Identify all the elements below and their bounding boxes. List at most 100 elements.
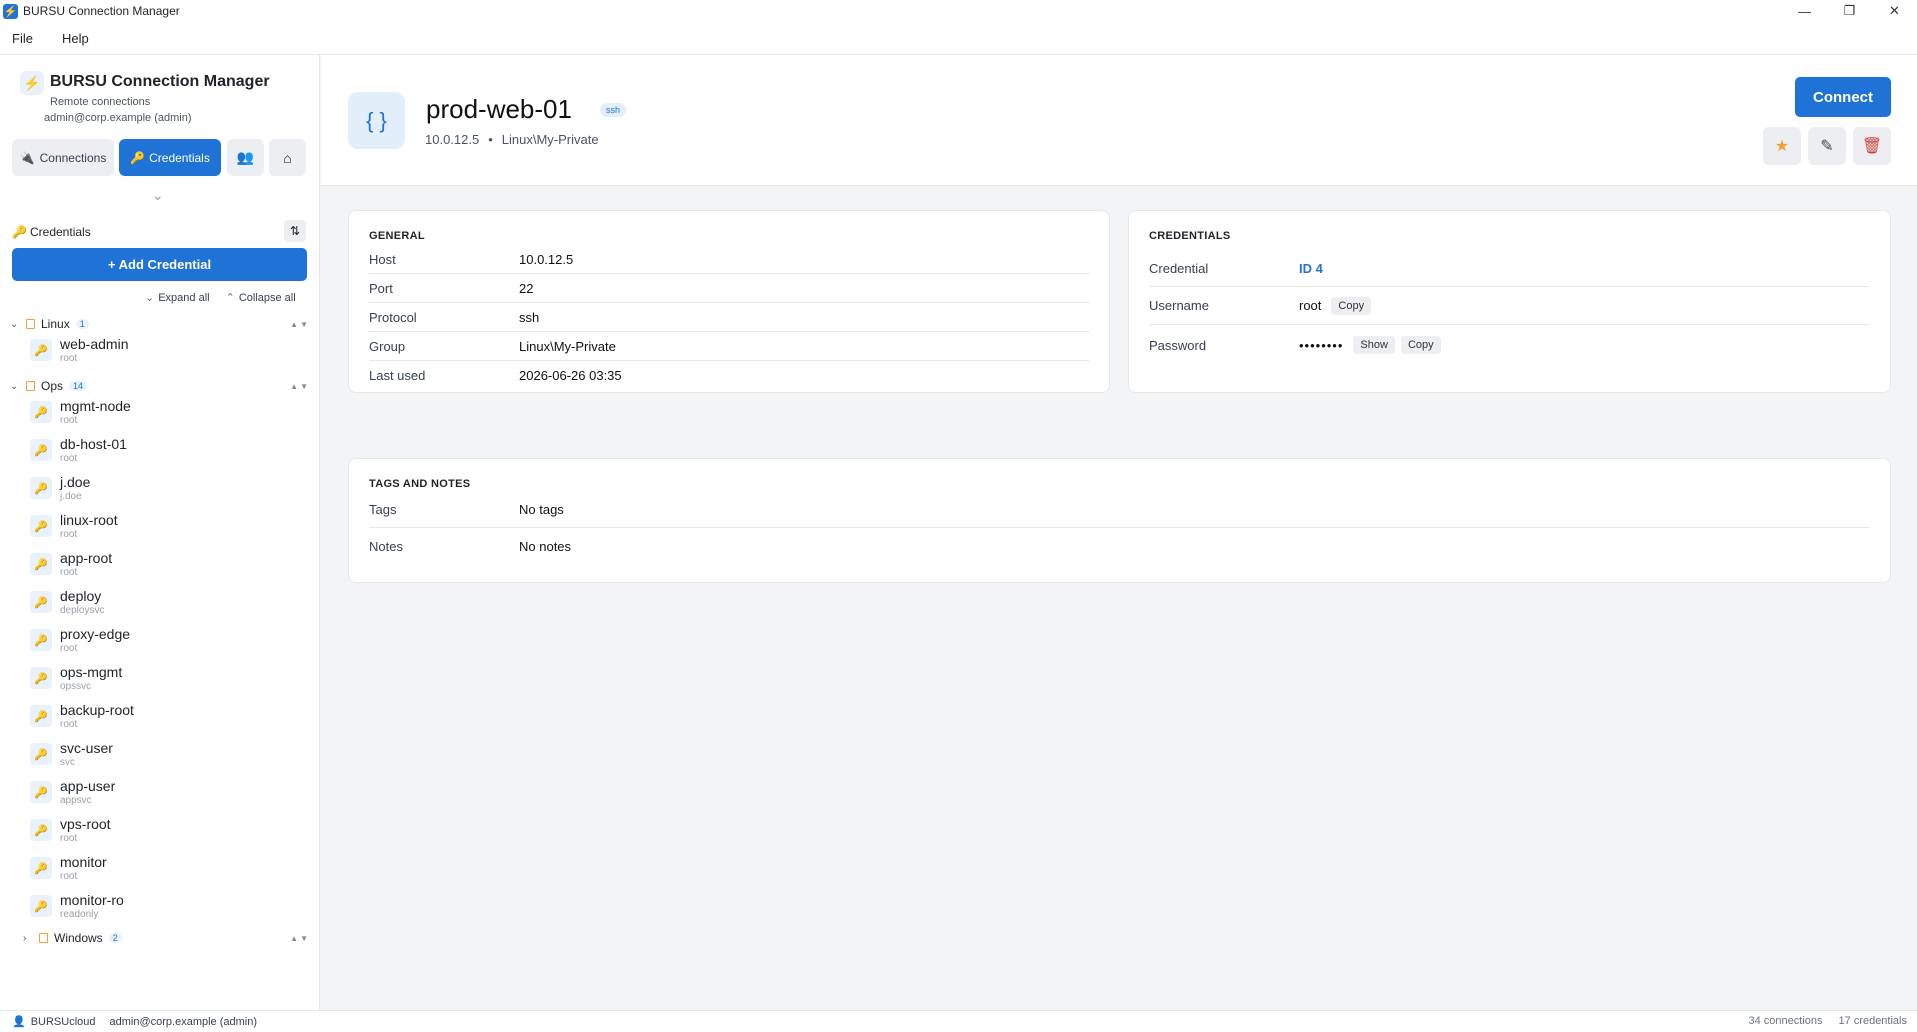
key-icon: 🔑 [30, 667, 52, 689]
row-key: Password [1149, 337, 1207, 353]
credential-username: root [60, 643, 78, 654]
header-host: 10.0.12.5 [425, 132, 480, 147]
credential-item[interactable]: 🔑 mgmt-node root [0, 396, 320, 434]
credential-item[interactable]: 🔑 web-admin root [0, 334, 320, 376]
reorder-arrows-icon[interactable]: ▲▼ [290, 320, 310, 329]
credential-item[interactable]: 🔑 proxy-edge root [0, 624, 320, 662]
credential-username: opssvc [60, 681, 92, 692]
credential-username: deploysvc [60, 605, 105, 616]
pencil-icon: ✎ [1820, 138, 1834, 155]
row-value: 10.0.12.5 [519, 251, 574, 267]
credential-item[interactable]: 🔑 app-root root [0, 548, 320, 586]
credential-name: ops-mgmt [60, 664, 123, 680]
header-group: Linux\My-Private [501, 132, 599, 147]
tab-connections[interactable]: 🔌 Connections [12, 139, 114, 176]
expand-collapse-controls: ⌄ Expand all ⌃ Collapse all [145, 291, 296, 304]
users-icon: 👥 [236, 149, 255, 165]
sidebar: ⚡ BURSU Connection Manager Remote connec… [0, 55, 320, 1010]
reorder-arrows-icon[interactable]: ▲▼ [290, 382, 310, 391]
tab-connections-label: Connections [39, 150, 107, 165]
general-card: GENERAL Host 10.0.12.5 Port 22 Protocol … [348, 210, 1110, 393]
group-count-badge: 14 [69, 381, 88, 391]
credential-username: root [60, 719, 78, 730]
credential-item[interactable]: 🔑 db-host-01 root [0, 434, 320, 472]
brand-subtitle: Remote connections [50, 96, 151, 108]
home-button[interactable]: ⌂ [269, 139, 306, 176]
credential-username: root [60, 871, 78, 882]
credential-item[interactable]: 🔑 deploy deploysvc [0, 586, 320, 624]
credential-name: web-admin [60, 336, 129, 352]
edit-button[interactable]: ✎ [1808, 127, 1846, 165]
tags-notes-heading: TAGS AND NOTES [369, 478, 471, 490]
delete-button[interactable]: 🗑 [1853, 127, 1891, 165]
collapse-all-label: Collapse all [238, 292, 296, 304]
show-password-button[interactable]: Show [1353, 336, 1395, 354]
row-key: Protocol [369, 309, 417, 325]
favorite-button[interactable]: ★ [1763, 127, 1801, 165]
credential-name: monitor [60, 854, 107, 870]
page-title: prod-web-01 [426, 94, 572, 124]
reorder-arrows-icon[interactable]: ▲▼ [290, 934, 310, 943]
key-icon: 🔑 [30, 339, 52, 361]
tree-group-ops[interactable]: ⌄ Ops 14 ▲▼ [0, 376, 320, 396]
credential-name: j.doe [60, 474, 91, 490]
chevron-down-icon[interactable]: ⌄ [152, 187, 164, 204]
chevron-down-icon[interactable]: ⌄ [10, 381, 22, 392]
copy-password-button[interactable]: Copy [1400, 336, 1441, 354]
credentials-row-credential: Credential ID 4 [1149, 251, 1869, 287]
credential-item[interactable]: 🔑 linux-root root [0, 510, 320, 548]
credential-name: db-host-01 [60, 436, 127, 452]
credential-item[interactable]: 🔑 vps-root root [0, 814, 320, 852]
credential-name: proxy-edge [60, 626, 131, 642]
app-icon: ⚡ [3, 3, 18, 19]
status-bar: 👤 BURSUcloud admin@corp.example (admin) 34… [0, 1010, 1917, 1032]
minimize-button[interactable]: — [1782, 0, 1827, 22]
expand-all-button[interactable]: ⌄ Expand all [145, 291, 210, 304]
window-title: BURSU Connection Manager [23, 4, 180, 18]
trash-icon: 🗑 [1861, 138, 1883, 155]
users-button[interactable]: 👥 [227, 139, 264, 176]
tree-group-linux[interactable]: ⌄ Linux 1 ▲▼ [0, 314, 320, 334]
key-icon: 🔑 [30, 629, 52, 651]
chevron-down-icon[interactable]: ⌄ [10, 319, 22, 330]
tree-group-windows[interactable]: › Windows 2 ▲▼ [0, 928, 320, 948]
menu-file[interactable]: File [12, 31, 33, 46]
section-action-button[interactable]: ⇅ [284, 220, 306, 242]
password-value: •••••••• [1299, 337, 1344, 353]
key-icon: 🔑 [130, 150, 146, 165]
menu-help[interactable]: Help [62, 31, 89, 46]
row-key: Group [369, 338, 406, 354]
row-value: 2026-06-26 03:35 [519, 368, 622, 383]
credential-item[interactable]: 🔑 app-user appsvc [0, 776, 320, 814]
credential-username: appsvc [60, 795, 92, 806]
row-value: ssh [519, 309, 540, 325]
credential-id-link[interactable]: ID 4 [1299, 261, 1323, 276]
credential-item[interactable]: 🔑 j.doe j.doe [0, 472, 320, 510]
add-credential-button[interactable]: + Add Credential [12, 248, 307, 281]
chevron-right-icon[interactable]: › [23, 933, 35, 944]
maximize-button[interactable]: ❐ [1827, 0, 1872, 22]
status-user: admin@corp.example (admin) [109, 1016, 258, 1028]
tab-credentials[interactable]: 🔑 Credentials [119, 139, 221, 176]
credential-item[interactable]: 🔑 ops-mgmt opssvc [0, 662, 320, 700]
copy-username-button[interactable]: Copy [1331, 296, 1372, 315]
collapse-all-button[interactable]: ⌃ Collapse all [226, 291, 296, 304]
key-icon: 🔑 [30, 477, 52, 499]
key-icon: 🔑 [30, 553, 52, 575]
status-connections: 34 connections [1748, 1015, 1823, 1027]
credential-item[interactable]: 🔑 monitor root [0, 852, 320, 890]
folder-icon [26, 381, 35, 391]
credential-item[interactable]: 🔑 svc-user svc [0, 738, 320, 776]
credential-name: mgmt-node [60, 398, 131, 414]
key-icon: 🔑 [30, 401, 52, 423]
close-button[interactable]: ✕ [1872, 0, 1917, 22]
connect-button[interactable]: Connect [1795, 77, 1891, 117]
credentials-row-username: Username root Copy [1149, 287, 1869, 325]
braces-icon: { } [348, 92, 405, 149]
credential-item[interactable]: 🔑 backup-root root [0, 700, 320, 738]
star-icon: ★ [1774, 138, 1790, 155]
row-key: Port [369, 280, 393, 296]
credential-item[interactable]: 🔑 monitor-ro readonly [0, 890, 320, 928]
notes-value: No notes [519, 538, 572, 554]
row-value: 22 [519, 280, 534, 296]
